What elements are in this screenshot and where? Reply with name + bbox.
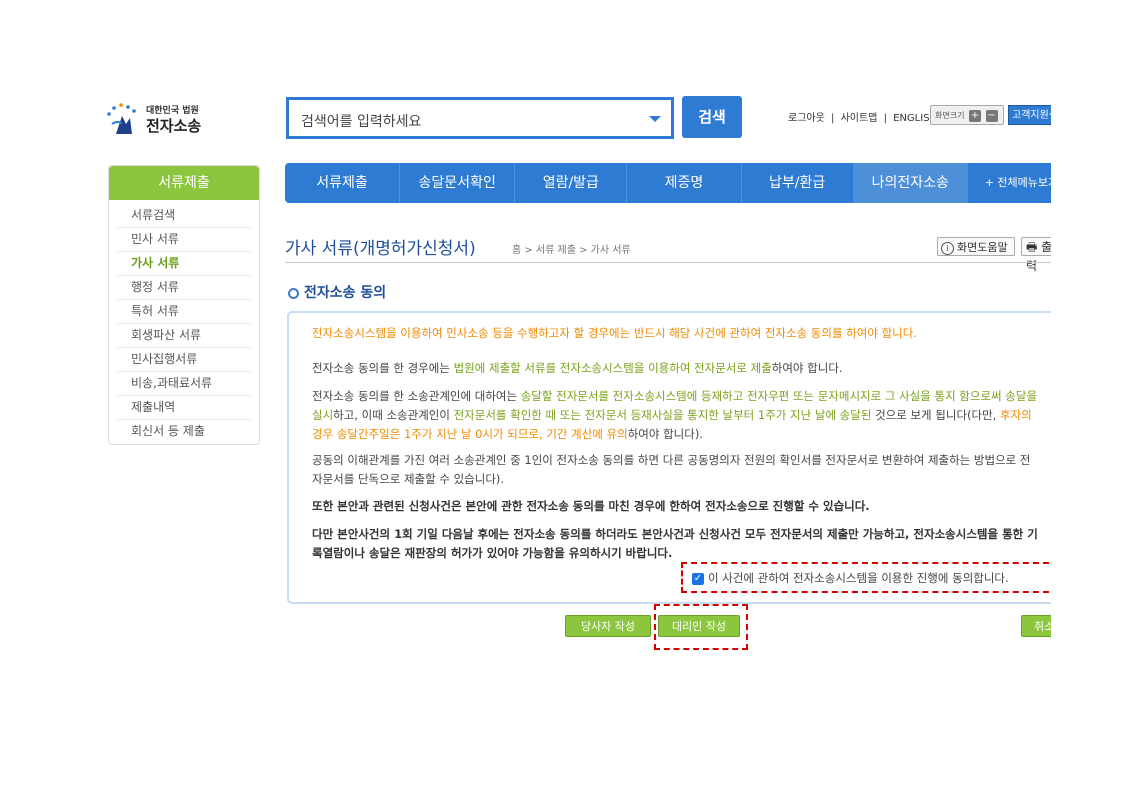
zoom-out-icon[interactable]: − [985,109,998,122]
left-menu-item[interactable]: 민사 서류 [117,228,251,252]
logout-link[interactable]: 로그아웃 [788,113,825,124]
consent-para-3: 공동의 이해관계를 가진 여러 소송관계인 중 1인이 전자소송 동의를 하면 … [312,453,1031,486]
consent-para-2: 전자소송 동의를 한 소송관계인에 대하여는 송달할 전자문서를 전자소송시스템… [312,387,1040,444]
nav-item-my-ecourt[interactable]: 나의전자소송 [853,163,968,203]
nav-item-submit[interactable]: 서류제출 [285,163,401,203]
separator: | [883,113,887,124]
chevron-down-icon[interactable] [649,116,661,122]
text: 전자소송 동의를 한 소송관계인에 대하여는 [312,389,521,403]
highlight-annotation [654,604,748,650]
left-menu-item[interactable]: 비송,과태료서류 [117,372,251,396]
sitemap-link[interactable]: 사이트맵 [841,113,878,124]
nav-item-all-menu[interactable]: + 전체메뉴보기 [968,163,1051,203]
section-title-text: 전자소송 동의 [304,285,387,301]
help-button[interactable]: i 화면도움말 [937,237,1015,256]
text: 하고, 이때 소송관계인이 [333,408,454,422]
page-title: 가사 서류(개명허가신청서) [285,239,476,259]
text: 하여야 합니다). [627,427,703,441]
highlight-text: 법원에 제출할 서류를 전자소송시스템을 이용하여 전자문서로 제출 [453,361,772,375]
bullet-icon [288,287,299,299]
text: 것으로 보게 됩니다(다만, [871,408,1000,422]
consent-para-1: 전자소송 동의를 한 경우에는 법원에 제출할 서류를 전자소송시스템을 이용하… [312,359,1040,378]
text: 하여야 합니다. [771,361,843,375]
font-size-label: 화면크기 [935,111,965,120]
highlight-annotation [681,562,1051,593]
logo-title: 전자소송 [146,117,202,135]
logo-emblem-icon [107,103,136,134]
left-menu-item[interactable]: 행정 서류 [117,276,251,300]
search-placeholder: 검색어를 입력하세요 [301,114,422,130]
info-icon: i [941,241,954,255]
section-title: 전자소송 동의 [288,282,386,302]
util-links: 로그아웃 | 사이트맵 | ENGLISH [788,109,940,124]
separator: | [831,113,835,124]
cancel-button[interactable]: 취소 [1021,615,1051,637]
left-menu-item[interactable]: 서류검색 [117,204,251,228]
printer-icon: 🖶 [1026,240,1038,254]
breadcrumb: 홈 > 서류 제출 > 가사 서류 [512,245,631,256]
consent-para-5: 다만 본안사건의 1회 기일 다음날 후에는 전자소송 동의를 하더라도 본안사… [312,527,1038,560]
highlight-text: 송달할 전자문서를 전자소송시스템에 등재하고 전자우편 또는 문자메시지로 그… [520,389,956,403]
consent-para-4: 또한 본안과 관련된 신청사건은 본안에 관한 전자소송 동의를 마친 경우에 … [312,499,870,513]
divider [285,262,1051,263]
page-viewport: 대한민국 법원 전자소송 검색어를 입력하세요 검색 로그아웃 | 사이트맵 |… [0,0,1051,793]
party-write-button[interactable]: 당사자 작성 [565,615,651,637]
customer-support-button[interactable]: 고객지원센터 [1008,105,1051,125]
search-input[interactable]: 검색어를 입력하세요 [286,97,674,139]
left-menu-item-active[interactable]: 가사 서류 [117,252,251,276]
left-menu-item[interactable]: 제출내역 [117,396,251,420]
left-menu-item[interactable]: 회생파산 서류 [117,324,251,348]
nav-item-certificate[interactable]: 제증명 [627,163,742,203]
text: 전자소송 동의를 한 경우에는 [312,361,454,375]
court-logo[interactable]: 대한민국 법원 전자소송 [104,100,214,140]
nav-item-payment[interactable]: 납부/환급 [742,163,854,203]
left-menu-item[interactable]: 특허 서류 [117,300,251,324]
nav-item-delivery[interactable]: 송달문서확인 [400,163,516,203]
main-nav: 서류제출 송달문서확인 열람/발급 제증명 납부/환급 나의전자소송 + 전체메… [285,163,1051,203]
search-button[interactable]: 검색 [682,96,742,138]
left-menu-item[interactable]: 민사집행서류 [117,348,251,372]
print-button[interactable]: 🖶 출력 [1021,237,1051,273]
font-size-control: 화면크기 + − [930,105,1004,125]
highlight-text: 전자문서를 확인한 때 또는 전자문서 등재사실을 통지한 날부터 1주가 지난… [453,408,872,422]
zoom-in-icon[interactable]: + [969,109,981,122]
left-menu-list: 서류검색 민사 서류 가사 서류 행정 서류 특허 서류 회생파산 서류 민사집… [117,204,251,443]
left-menu-item[interactable]: 회신서 등 제출 [117,420,251,443]
help-button-label: 화면도움말 [957,241,1008,254]
left-menu: 서류제출 서류검색 민사 서류 가사 서류 행정 서류 특허 서류 회생파산 서… [108,165,260,445]
consent-notice: 전자소송시스템을 이용하여 민사소송 등을 수행하고자 할 경우에는 반드시 해… [312,326,917,340]
nav-item-view[interactable]: 열람/발급 [515,163,628,203]
left-menu-title[interactable]: 서류제출 [109,166,259,200]
